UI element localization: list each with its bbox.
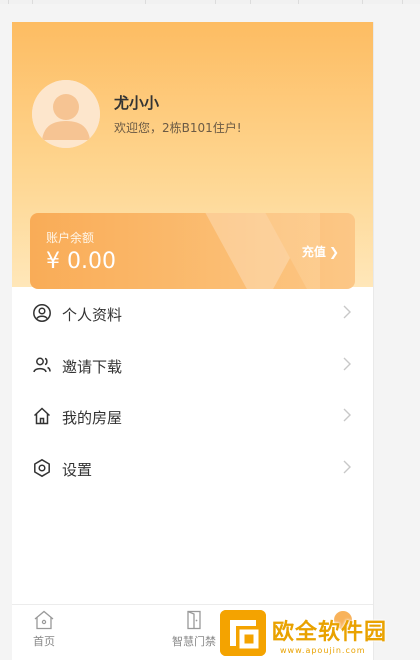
- chevron-right-icon: [343, 357, 351, 370]
- watermark-logo: [220, 610, 266, 656]
- users-icon: [33, 357, 51, 372]
- menu-item-my-house[interactable]: 我的房屋: [12, 390, 373, 442]
- watermark-url: www.apoujin.com: [280, 646, 366, 655]
- avatar-placeholder-icon: [32, 80, 100, 148]
- balance-card: 账户余额 ¥ 0.00 充值 ❯: [30, 213, 355, 289]
- hexagon-settings-icon: [34, 458, 50, 477]
- menu-item-label: 我的房屋: [62, 409, 123, 427]
- menu-list: 个人资料 邀请下载 我的房屋 设置: [12, 287, 373, 494]
- user-circle-icon: [33, 304, 51, 322]
- recharge-button[interactable]: 充值 ❯: [302, 243, 339, 260]
- chevron-right-icon: [343, 460, 351, 473]
- balance-amount: ¥ 0.00: [46, 249, 116, 274]
- watermark-logo-icon: [220, 610, 266, 656]
- home-icon: [33, 407, 51, 425]
- door-icon: [187, 610, 201, 630]
- profile-header: 尤小小 欢迎您，2栋B101住户! 账户余额 ¥ 0.00 充值 ❯: [12, 22, 373, 289]
- menu-item-invite[interactable]: 邀请下载: [12, 339, 373, 391]
- menu-item-profile[interactable]: 个人资料: [12, 287, 373, 339]
- top-edge-strip: [0, 0, 420, 4]
- menu-item-label: 设置: [62, 460, 93, 479]
- home-outline-icon: [34, 610, 54, 630]
- avatar[interactable]: [32, 80, 100, 148]
- tab-home[interactable]: 首页: [12, 605, 89, 660]
- menu-item-label: 邀请下载: [62, 357, 123, 376]
- chevron-right-icon: ❯: [328, 245, 339, 259]
- balance-label: 账户余额: [46, 231, 95, 245]
- site-watermark: 欧全软件园 www.apoujin.com: [220, 608, 420, 660]
- menu-item-label: 个人资料: [62, 306, 123, 324]
- menu-item-settings[interactable]: 设置: [12, 442, 373, 494]
- tab-label: 首页: [33, 635, 55, 648]
- chevron-right-icon: [343, 408, 351, 422]
- recharge-label: 充值: [301, 245, 326, 259]
- watermark-title: 欧全软件园: [272, 620, 388, 645]
- app-screen: 尤小小 欢迎您，2栋B101住户! 账户余额 ¥ 0.00 充值❯ 个人资料: [12, 22, 374, 660]
- chevron-right-icon: [343, 305, 351, 319]
- user-name: 尤小小: [114, 94, 160, 112]
- welcome-text: 欢迎您，2栋B101住户!: [114, 121, 242, 135]
